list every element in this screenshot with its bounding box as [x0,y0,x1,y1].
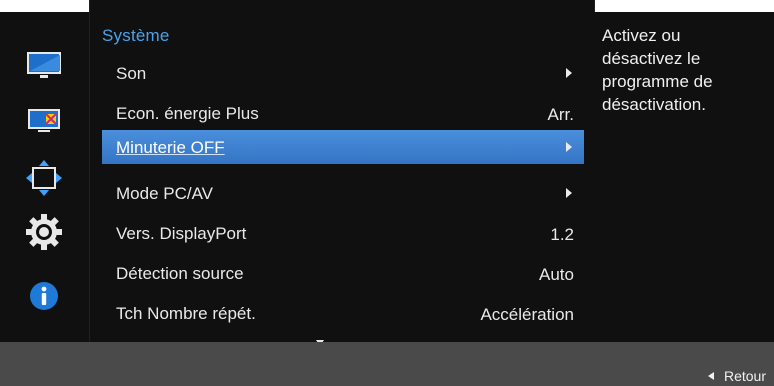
menu-item-value: Accélération [480,305,574,324]
menu-item-minuterie-off[interactable]: Minuterie OFF [102,130,584,164]
help-line: désactivez le [602,49,701,68]
color-icon[interactable] [24,100,64,140]
info-icon[interactable] [24,276,64,316]
menu-item-vers-displayport[interactable]: Vers. DisplayPort 1.2 [102,216,584,250]
menu-item-label: Tch Nombre répét. [116,304,256,323]
sidebar [0,12,90,342]
chevron-left-icon [707,372,714,380]
position-icon[interactable] [24,158,64,198]
menu-item-econ-energie-plus[interactable]: Econ. énergie Plus Arr. [102,96,584,130]
menu-item-value: Arr. [547,105,574,124]
menu-item-detection-source[interactable]: Détection source Auto [102,256,584,290]
monitor-icon[interactable] [24,46,64,86]
osd-window: Système Son Econ. énergie Plus Arr. Minu… [0,0,774,386]
help-line: Activez ou [602,26,681,45]
help-line: programme de [602,72,713,91]
menu-item-label: Détection source [116,264,244,283]
menu-item-value: 1.2 [550,225,574,244]
system-menu: Système Son Econ. énergie Plus Arr. Minu… [90,0,594,356]
settings-gear-icon[interactable] [24,212,64,252]
menu-item-label: Minuterie OFF [116,138,225,157]
chevron-right-icon [566,68,572,78]
help-panel: Activez ou désactivez le programme de dé… [594,12,774,342]
back-button[interactable]: Retour [707,368,766,384]
menu-item-label: Son [116,64,147,83]
menu-item-tch-nombre-repet[interactable]: Tch Nombre répét. Accélération [102,296,584,330]
help-line: désactivation. [602,95,706,114]
help-text: Activez ou désactivez le programme de dé… [602,24,762,116]
menu-title: Système [102,26,170,45]
menu-item-label: Vers. DisplayPort [116,224,247,243]
chevron-right-icon [566,188,572,198]
bottom-bar: Retour [0,342,774,386]
chevron-right-icon [566,142,572,152]
menu-item-value: Auto [539,265,574,284]
back-label: Retour [723,368,766,384]
menu-item-son[interactable]: Son [102,56,584,90]
menu-item-label: Econ. énergie Plus [116,104,259,123]
menu-item-mode-pc-av[interactable]: Mode PC/AV [102,176,584,210]
menu-item-label: Mode PC/AV [116,184,214,203]
